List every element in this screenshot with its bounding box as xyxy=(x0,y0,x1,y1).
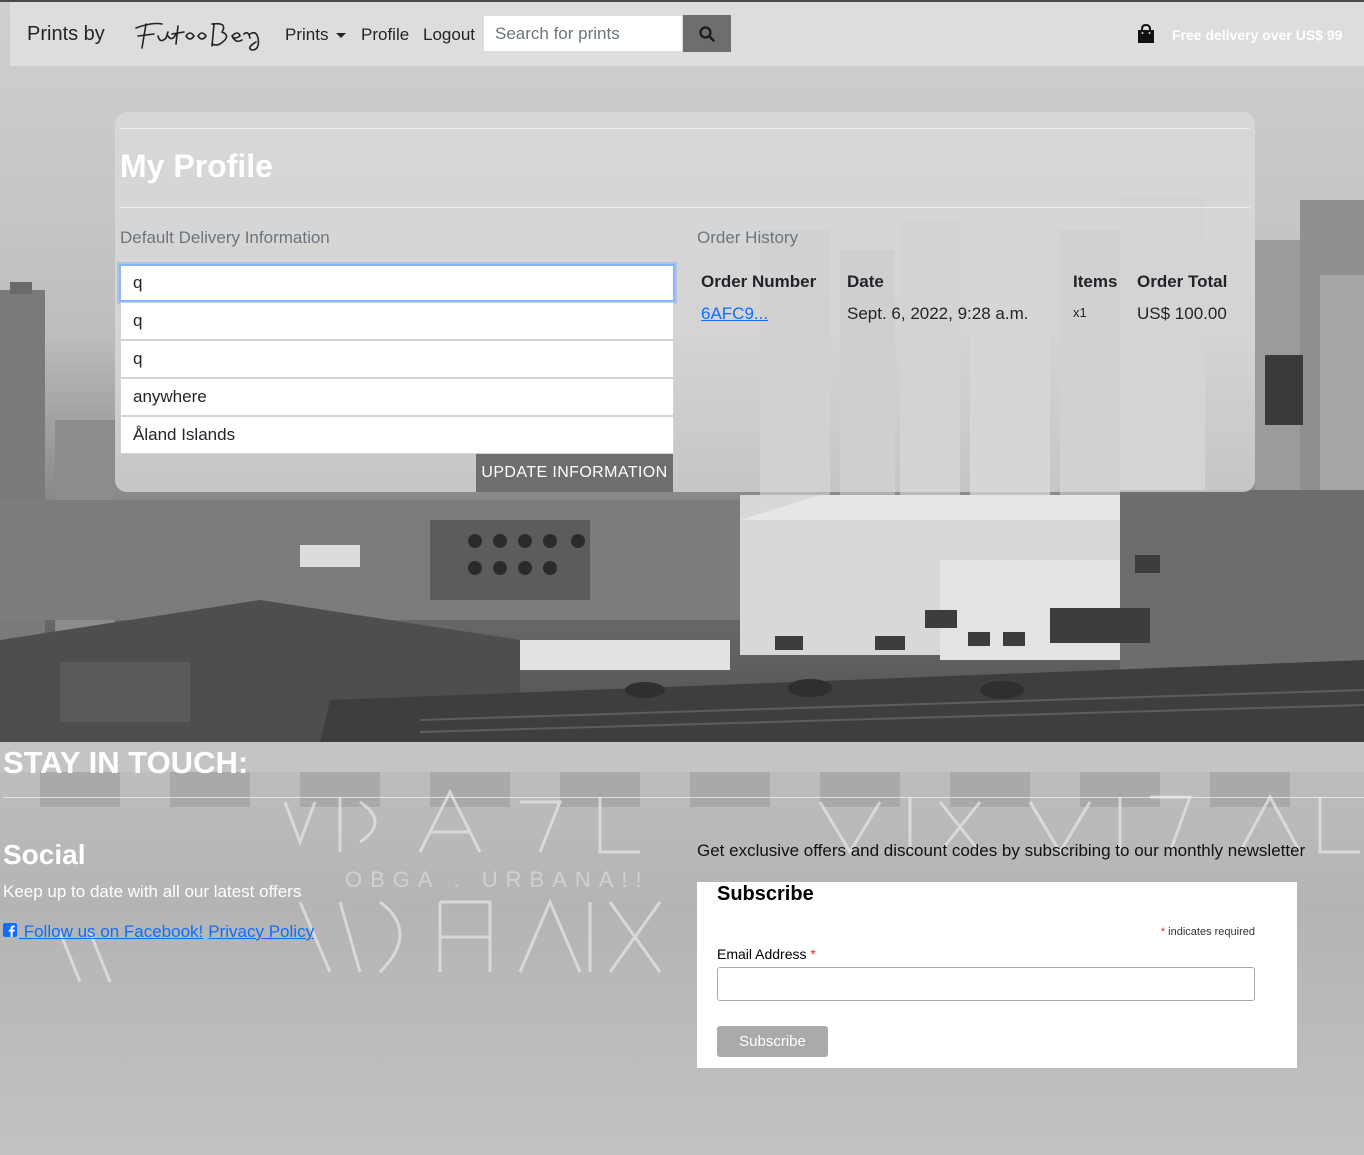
navbar: Prints by Prints Profile Logout Free del… xyxy=(10,2,1364,66)
brand-text[interactable]: Prints by xyxy=(27,23,105,46)
svg-text:OBGA . URBANA!!: OBGA . URBANA!! xyxy=(345,867,650,892)
column-header-items: Items xyxy=(1073,272,1118,291)
delivery-field-1[interactable] xyxy=(119,264,675,302)
order-date: Sept. 6, 2022, 9:28 a.m. xyxy=(847,304,1029,323)
order-number-link[interactable]: 6AFC9... xyxy=(701,304,768,324)
email-label: Email Address * xyxy=(717,946,816,962)
order-items: x1 xyxy=(1073,305,1087,320)
footer-divider xyxy=(3,797,1364,798)
delivery-info-heading: Default Delivery Information xyxy=(120,228,330,247)
nav-logout-link[interactable]: Logout xyxy=(423,25,475,45)
email-label-text: Email Address xyxy=(717,946,807,962)
subscribe-button[interactable]: Subscribe xyxy=(717,1026,828,1057)
nav-prints-dropdown[interactable]: Prints xyxy=(285,25,347,45)
delivery-field-2[interactable] xyxy=(120,302,674,340)
column-header-order-number: Order Number xyxy=(701,272,817,291)
required-note-text: indicates required xyxy=(1168,926,1255,938)
delivery-field-4[interactable] xyxy=(120,378,674,416)
page-title: My Profile xyxy=(120,148,273,184)
required-asterisk: * xyxy=(810,946,816,962)
footer-title: STAY IN TOUCH: xyxy=(3,745,249,780)
brand-logo[interactable] xyxy=(132,14,272,59)
social-links: Follow us on Facebook! Privacy Policy xyxy=(3,922,314,942)
social-heading: Social xyxy=(3,839,86,870)
column-header-order-total: Order Total xyxy=(1137,272,1228,291)
required-asterisk: * xyxy=(1160,926,1166,938)
subscribe-form: Subscribe * indicates required Email Add… xyxy=(697,882,1297,1068)
divider xyxy=(120,207,1250,208)
update-information-button[interactable]: UPDATE INFORMATION xyxy=(476,454,673,492)
column-header-date: Date xyxy=(847,272,884,291)
nav-prints-label: Prints xyxy=(285,25,329,44)
nav-profile-link[interactable]: Profile xyxy=(361,25,409,45)
newsletter-description: Get exclusive offers and discount codes … xyxy=(697,841,1306,860)
profile-card: My Profile Default Delivery Information … xyxy=(115,112,1255,492)
order-history-heading: Order History xyxy=(697,228,799,247)
subscribe-heading: Subscribe xyxy=(717,883,814,905)
required-note: * indicates required xyxy=(1161,926,1255,938)
caret-down-icon xyxy=(336,32,347,38)
social-description: Keep up to date with all our latest offe… xyxy=(3,882,302,901)
facebook-link[interactable]: Follow us on Facebook! xyxy=(3,922,203,942)
free-delivery-banner: Free delivery over US$ 99 xyxy=(1172,27,1343,43)
facebook-link-label: Follow us on Facebook! xyxy=(19,922,204,941)
order-total: US$ 100.00 xyxy=(1137,304,1227,323)
facebook-icon xyxy=(3,923,17,937)
delivery-country-field[interactable] xyxy=(120,416,674,454)
search-input[interactable] xyxy=(483,15,683,52)
delivery-field-3[interactable] xyxy=(120,340,674,378)
divider xyxy=(120,128,1250,129)
shopping-bag-icon[interactable] xyxy=(1137,23,1155,49)
email-input[interactable] xyxy=(717,967,1255,1001)
privacy-policy-link[interactable]: Privacy Policy xyxy=(208,922,314,942)
search-button[interactable] xyxy=(683,15,731,52)
search-icon xyxy=(699,25,715,42)
